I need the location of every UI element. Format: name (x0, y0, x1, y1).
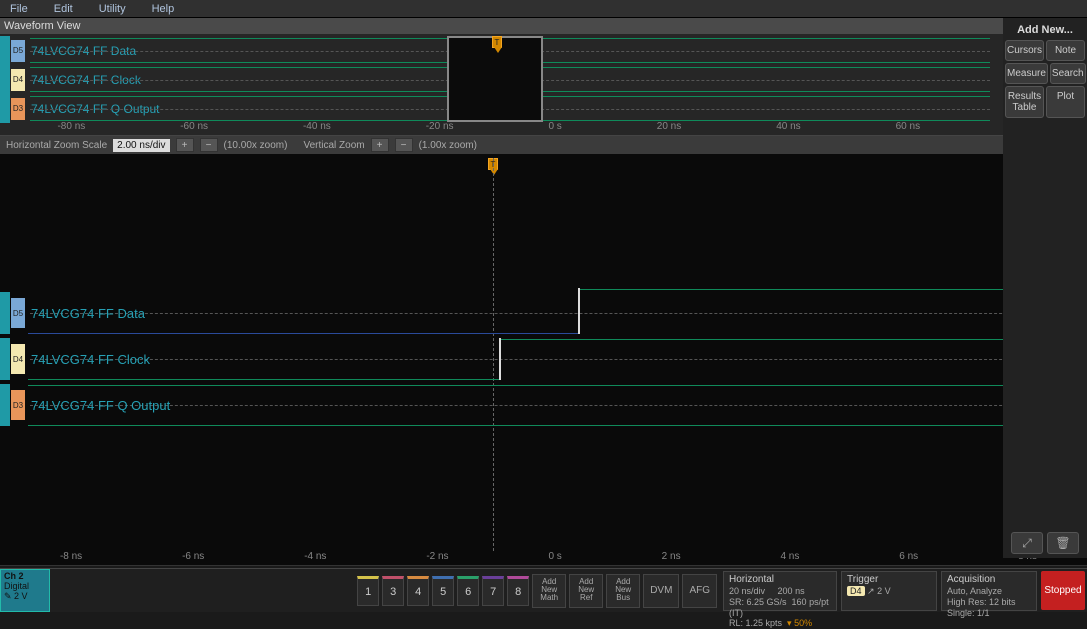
add-new-title: Add New... (1005, 20, 1085, 40)
ch2-info[interactable]: Ch 2 Digital ✎ 2 V (0, 569, 50, 612)
menu-utility[interactable]: Utility (99, 3, 126, 15)
afg-button[interactable]: AFG (682, 574, 717, 608)
hz-minus-button[interactable]: − (200, 138, 218, 152)
ch-badge-d3[interactable]: D3 (11, 98, 25, 120)
plot-button[interactable]: Plot (1046, 86, 1085, 118)
d5-low (28, 333, 579, 334)
cursors-button[interactable]: Cursors (1005, 40, 1044, 61)
hz-zoom-readout: (10.00x zoom) (224, 140, 288, 151)
waveform-view-title: Waveform View (0, 18, 1087, 34)
run-stop-button[interactable]: Stopped (1041, 571, 1085, 610)
ch-badge-d4[interactable]: D4 (11, 69, 25, 91)
ch-badge-d5[interactable]: D5 (11, 298, 25, 328)
ch1-button[interactable]: 1 (357, 576, 379, 606)
ch-handle[interactable] (0, 384, 10, 426)
channel-buttons: 1 3 4 5 6 7 8 Add New Math Add New Ref A… (353, 569, 721, 612)
trigger-marker-icon[interactable]: T (492, 36, 502, 48)
d3-low (28, 425, 1083, 426)
ch-badge-d3[interactable]: D3 (11, 390, 25, 420)
trigger-info[interactable]: Trigger D4 ↗ 2 V (841, 571, 937, 611)
rising-edge-icon: ↗ (867, 586, 875, 596)
d4-low (28, 379, 500, 380)
menu-help[interactable]: Help (152, 3, 175, 15)
ch5-button[interactable]: 5 (432, 576, 454, 606)
d4-edge (499, 338, 501, 380)
menu-file[interactable]: File (10, 3, 28, 15)
menu-edit[interactable]: Edit (54, 3, 73, 15)
menu-bar: File Edit Utility Help (0, 0, 1087, 18)
main-time-axis: -8 ns -6 ns -4 ns -2 ns 0 s 2 ns 4 ns 6 … (10, 551, 1087, 565)
d4-high (500, 339, 1083, 340)
search-button[interactable]: Search (1050, 63, 1086, 84)
zoom-layout-button[interactable]: ⤢ (1011, 532, 1043, 554)
ch4-button[interactable]: 4 (407, 576, 429, 606)
ch-label: 74LVCG74 FF Q Output (31, 398, 170, 413)
note-button[interactable]: Note (1046, 40, 1085, 61)
horizontal-info[interactable]: Horizontal 20 ns/div 200 ns SR: 6.25 GS/… (723, 571, 837, 611)
main-waveform-pane[interactable]: T D5 74LVCG74 FF Data D4 74LVCG74 FF Clo… (0, 154, 1087, 566)
ch3-button[interactable]: 3 (382, 576, 404, 606)
vz-zoom-readout: (1.00x zoom) (419, 140, 477, 151)
measure-button[interactable]: Measure (1005, 63, 1048, 84)
ch-label: 74LVCG74 FF Data (31, 306, 145, 321)
vz-minus-button[interactable]: − (395, 138, 413, 152)
add-bus-button[interactable]: Add New Bus (606, 574, 640, 608)
ch6-button[interactable]: 6 (457, 576, 479, 606)
overview-time-axis: -80 ns -60 ns -40 ns -20 ns 0 s 20 ns 40… (10, 121, 1087, 135)
trash-button[interactable]: 🗑 (1047, 532, 1079, 554)
dvm-button[interactable]: DVM (643, 574, 679, 608)
overview-pane[interactable]: D5 74LVCG74 FF Data D4 74LVCG74 FF Clock… (0, 34, 1087, 136)
right-panel: Add New... Cursors Note Measure Search R… (1003, 18, 1087, 558)
bottom-bar: Ch 2 Digital ✎ 2 V 1 3 4 5 6 7 8 Add New… (0, 568, 1087, 612)
ch7-button[interactable]: 7 (482, 576, 504, 606)
vz-label: Vertical Zoom (303, 140, 364, 151)
ch-zero-line (30, 313, 1087, 314)
ch-handle[interactable] (0, 36, 10, 65)
add-math-button[interactable]: Add New Math (532, 574, 566, 608)
hz-scale-value[interactable]: 2.00 ns/div (113, 139, 169, 152)
ch-label: 74LVCG74 FF Clock (31, 352, 150, 367)
hz-scale-label: Horizontal Zoom Scale (6, 140, 107, 151)
ch-badge-d5[interactable]: D5 (11, 40, 25, 62)
d5-edge (578, 288, 580, 334)
ch-badge-d4[interactable]: D4 (11, 344, 25, 374)
ch8-button[interactable]: 8 (507, 576, 529, 606)
ch-handle[interactable] (0, 292, 10, 334)
zoom-control-bar: Horizontal Zoom Scale 2.00 ns/div + − (1… (0, 136, 1087, 154)
vz-plus-button[interactable]: + (371, 138, 389, 152)
add-ref-button[interactable]: Add New Ref (569, 574, 603, 608)
d3-high (28, 385, 1083, 386)
ch-handle[interactable] (0, 94, 10, 123)
results-table-button[interactable]: Results Table (1005, 86, 1044, 118)
ch-zero-line (30, 359, 1087, 360)
ch-handle[interactable] (0, 65, 10, 94)
hz-plus-button[interactable]: + (176, 138, 194, 152)
acquisition-info[interactable]: Acquisition Auto, Analyze High Res: 12 b… (941, 571, 1037, 611)
trigger-source-badge: D4 (847, 586, 865, 596)
ch-handle[interactable] (0, 338, 10, 380)
ch-zero-line (30, 405, 1087, 406)
